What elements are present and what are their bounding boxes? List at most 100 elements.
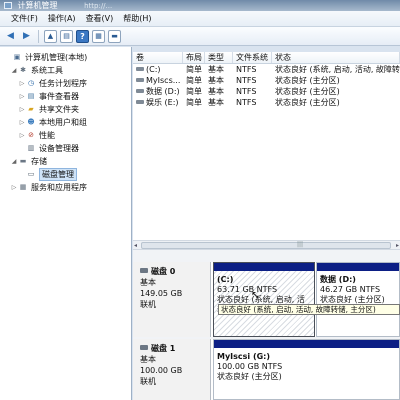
window-title: 计算机管理	[17, 1, 58, 10]
forward-arrow-icon[interactable]: ▶	[20, 30, 33, 43]
partition-size: 100.00 GB NTFS	[217, 362, 283, 371]
column-header-filesystem[interactable]: 文件系统	[233, 52, 272, 63]
disk-info[interactable]: 磁盘 1 基本 100.00 GB 联机	[133, 339, 211, 400]
disk-row[interactable]: 磁盘 0 基本 149.05 GB 联机 (C:) 63.71 GB NTFS …	[133, 262, 400, 337]
partition-c[interactable]: (C:) 63.71 GB NTFS 状态良好 (系统, 启动, 活动, 故障转…	[213, 262, 315, 337]
collapse-arrow-icon[interactable]: ◢	[10, 64, 18, 77]
disk-status: 联机	[140, 377, 156, 386]
disk-info[interactable]: 磁盘 0 基本 149.05 GB 联机	[133, 262, 211, 337]
cell-type: 基本	[208, 76, 224, 85]
horizontal-scrollbar[interactable]: ◂ ||| ▸	[133, 240, 400, 250]
tree-item-shared-folders[interactable]: ▷ ▰ 共享文件夹	[0, 103, 131, 116]
cell-filesystem: NTFS	[236, 87, 257, 96]
title-bar: 计算机管理 http://...	[0, 0, 400, 11]
tree-item-computer-management[interactable]: ▣ 计算机管理(本地)	[0, 51, 131, 64]
help-icon[interactable]: ?	[76, 29, 89, 43]
tree-item-label: 事件查看器	[39, 92, 79, 101]
table-row[interactable]: MyIscs... 简单 基本 NTFS 状态良好 (主分区)	[133, 75, 400, 86]
disk-icon[interactable]: ▬	[108, 29, 121, 43]
scrollbar-grip-icon: |||	[297, 241, 304, 248]
scroll-left-icon[interactable]: ◂	[134, 241, 137, 250]
column-header-volume[interactable]: 卷	[133, 52, 183, 63]
up-folder-icon[interactable]: ▲	[44, 29, 57, 43]
volume-list-header: 卷 布局 类型 文件系统 状态	[133, 52, 400, 64]
cell-type: 基本	[208, 98, 224, 107]
cell-volume: 娱乐 (E:)	[133, 97, 183, 108]
cell-layout: 简单	[186, 98, 202, 107]
partition-size: 63.71 GB NTFS	[217, 285, 278, 294]
tree-item-services-apps[interactable]: ▷ ▦ 服务和应用程序	[0, 181, 131, 194]
table-row[interactable]: 娱乐 (E:) 简单 基本 NTFS 状态良好 (主分区)	[133, 97, 400, 108]
show-hide-tree-icon[interactable]: ▤	[60, 29, 73, 43]
expand-arrow-icon[interactable]: ▷	[10, 181, 18, 194]
toolbar: ◀ ▶ ▲ ▤ ? ▦ ▬	[0, 27, 400, 46]
column-header-layout[interactable]: 布局	[183, 52, 205, 63]
column-header-type[interactable]: 类型	[205, 52, 233, 63]
disk-size: 100.00 GB	[140, 366, 183, 375]
partition-bar	[214, 340, 399, 348]
cell-status: 状态良好 (主分区)	[275, 98, 340, 107]
cell-filesystem: NTFS	[236, 76, 257, 85]
drive-icon	[136, 67, 144, 71]
expand-arrow-icon[interactable]: ▷	[18, 129, 26, 142]
disk-row[interactable]: 磁盘 1 基本 100.00 GB 联机 MyIscsi (G:) 100.00…	[133, 339, 400, 400]
drive-icon	[136, 78, 144, 82]
mouse-cursor-icon: ↖	[251, 290, 260, 301]
tree-item-local-users[interactable]: ▷ ☻ 本地用户和组	[0, 116, 131, 129]
collapse-arrow-icon[interactable]: ◢	[10, 155, 18, 168]
partition-d[interactable]: 数据 (D:) 46.27 GB NTFS 状态良好 (主分区)	[316, 262, 400, 337]
disk-icon	[140, 345, 148, 350]
clock-icon: ◷	[27, 79, 35, 87]
back-arrow-icon[interactable]: ◀	[4, 30, 17, 43]
cell-layout: 简单	[186, 65, 202, 74]
partition-bar	[214, 263, 314, 271]
cell-layout: 简单	[186, 87, 202, 96]
expand-arrow-icon[interactable]: ▷	[18, 77, 26, 90]
cell-volume: MyIscs...	[133, 75, 183, 86]
disk-status: 联机	[140, 300, 156, 309]
table-row[interactable]: (C:) 简单 基本 NTFS 状态良好 (系统, 启动, 活动, 故障转	[133, 64, 400, 75]
tree-item-device-manager[interactable]: ▥ 设备管理器	[0, 142, 131, 155]
scroll-right-icon[interactable]: ▸	[396, 241, 399, 250]
volume-list: (C:) 简单 基本 NTFS 状态良好 (系统, 启动, 活动, 故障转 My…	[133, 64, 400, 240]
expand-arrow-icon[interactable]: ▷	[18, 116, 26, 129]
partition-size: 46.27 GB NTFS	[320, 285, 381, 294]
disk-size: 149.05 GB	[140, 289, 183, 298]
cell-filesystem: NTFS	[236, 98, 257, 107]
services-icon: ▦	[19, 183, 27, 191]
expand-arrow-icon[interactable]: ▷	[18, 90, 26, 103]
tree-item-event-viewer[interactable]: ▷ ▤ 事件查看器	[0, 90, 131, 103]
partition-title: (C:)	[217, 275, 234, 284]
tree-item-task-scheduler[interactable]: ▷ ◷ 任务计划程序	[0, 77, 131, 90]
partition-g[interactable]: MyIscsi (G:) 100.00 GB NTFS 状态良好 (主分区)	[213, 339, 400, 400]
cell-volume: (C:)	[133, 64, 183, 75]
disk-management-icon: ▭	[27, 170, 35, 178]
properties-icon[interactable]: ▦	[92, 29, 105, 43]
tree-item-disk-management[interactable]: ▭ 磁盘管理	[0, 168, 131, 181]
cell-status: 状态良好 (主分区)	[275, 87, 340, 96]
menu-action[interactable]: 操作(A)	[43, 11, 81, 27]
partition-tooltip: 状态良好 (系统, 启动, 活动, 故障转储, 主分区)	[218, 304, 400, 315]
disk-name: 磁盘 1	[151, 344, 176, 353]
table-row[interactable]: 数据 (D:) 简单 基本 NTFS 状态良好 (主分区)	[133, 86, 400, 97]
menu-file[interactable]: 文件(F)	[6, 11, 43, 27]
tree-item-label: 设备管理器	[39, 144, 79, 153]
event-viewer-icon: ▤	[27, 92, 35, 100]
disk-type: 基本	[140, 355, 156, 364]
volume-name: 数据 (D:)	[146, 87, 180, 96]
scrollbar-thumb[interactable]	[141, 242, 391, 249]
cell-type: 基本	[208, 87, 224, 96]
tree-item-system-tools[interactable]: ◢ ✱ 系统工具	[0, 64, 131, 77]
tree-item-performance[interactable]: ▷ ⊘ 性能	[0, 129, 131, 142]
expand-arrow-icon[interactable]: ▷	[18, 103, 26, 116]
menu-help[interactable]: 帮助(H)	[118, 11, 156, 27]
column-header-status[interactable]: 状态	[272, 52, 400, 63]
tree-item-storage[interactable]: ◢ ▬ 存储	[0, 155, 131, 168]
app-icon	[4, 2, 12, 9]
tools-icon: ✱	[20, 66, 26, 74]
tree-item-label: 性能	[39, 131, 55, 140]
tree-item-label: 任务计划程序	[39, 79, 87, 88]
menu-view[interactable]: 查看(V)	[81, 11, 119, 27]
partition-title: 数据 (D:)	[320, 275, 356, 284]
cell-status: 状态良好 (系统, 启动, 活动, 故障转	[275, 65, 400, 74]
